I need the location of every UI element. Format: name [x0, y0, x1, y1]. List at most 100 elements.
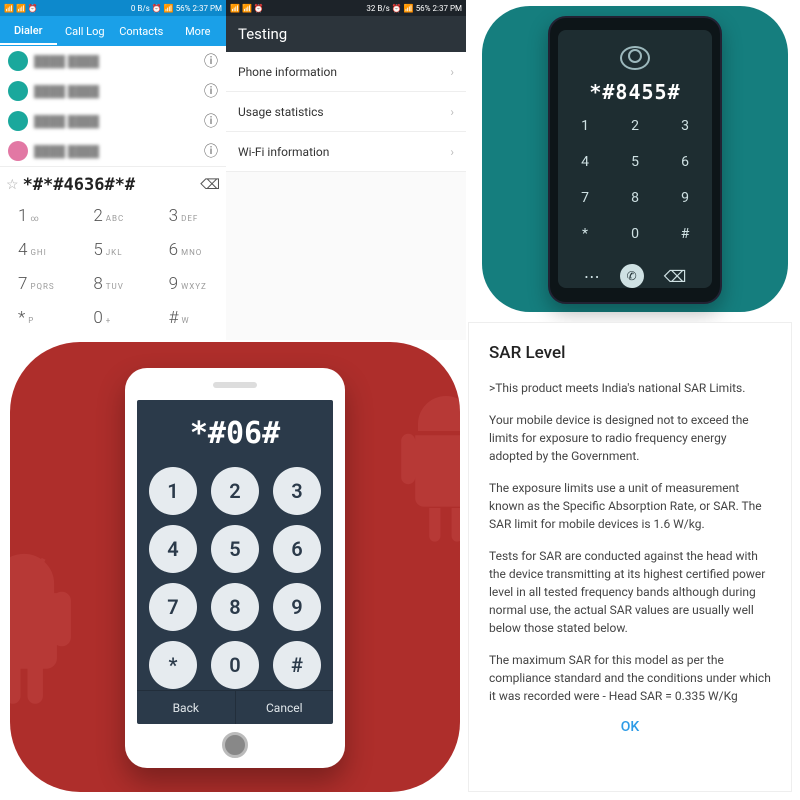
dial-key-7[interactable]: 7PQRS — [0, 270, 75, 304]
tab-call-log[interactable]: Call Log — [57, 19, 114, 44]
dial-key-4[interactable]: 4 — [149, 525, 197, 573]
dial-key-0[interactable]: 0 — [617, 226, 653, 256]
clock: 2:37 PM — [433, 4, 462, 13]
sar-dialog: SAR Level >This product meets India's na… — [468, 322, 792, 792]
dial-key-0[interactable]: 0 — [211, 641, 259, 689]
signal-icons: 📶 📶 ⏰ — [4, 4, 38, 13]
dial-key-9[interactable]: 9 — [273, 583, 321, 631]
dial-key-8[interactable]: 8TUV — [75, 270, 150, 304]
dial-key-0[interactable]: 0+ — [75, 304, 150, 338]
dial-key-#[interactable]: # — [667, 226, 703, 256]
dial-key-9[interactable]: 9WXYZ — [151, 270, 226, 304]
dial-key-1[interactable]: 1 — [567, 118, 603, 148]
sar-text: Your mobile device is designed not to ex… — [489, 411, 771, 465]
dial-input-row: ☆ *#*#4636#*# ⌫ — [0, 166, 226, 202]
dialed-code: *#06# — [190, 416, 280, 451]
phone-frame: *#06# 123 456 789 * 0 # Back Cancel — [125, 368, 345, 768]
tab-dialer[interactable]: Dialer — [0, 18, 57, 45]
info-icon[interactable]: ⓘ — [204, 51, 218, 71]
chevron-right-icon: › — [450, 65, 454, 79]
star-icon[interactable]: ☆ — [6, 177, 19, 193]
user-icon — [620, 46, 650, 70]
dial-key-7[interactable]: 7 — [149, 583, 197, 631]
list-item[interactable]: ████ ████ⓘ — [0, 136, 226, 166]
dial-key-*[interactable]: * — [149, 641, 197, 689]
row-usage-stats[interactable]: Usage statistics› — [226, 92, 466, 132]
dialed-number: *#*#4636#*# — [23, 175, 197, 195]
dial-key-2[interactable]: 2ABC — [75, 202, 150, 236]
ok-button[interactable]: OK — [489, 719, 771, 735]
sar-text: The maximum SAR for this model as per th… — [489, 651, 771, 705]
red-app-icon: *#06# 123 456 789 * 0 # Back Cancel — [10, 342, 460, 792]
teal-app-icon: *#8455# 123 456 789 * 0 # ⋯ ✆ ⌫ — [482, 6, 788, 312]
dial-key-7[interactable]: 7 — [567, 190, 603, 220]
android-icon — [10, 542, 94, 710]
dialer-app: 📶 📶 ⏰ 0 B/s ⏰ 📶 56% 2:37 PM Dialer Call … — [0, 0, 226, 340]
dial-key-3[interactable]: 3 — [667, 118, 703, 148]
dialed-code: *#8455# — [589, 80, 680, 104]
avatar — [8, 81, 28, 101]
avatar — [8, 141, 28, 161]
dialog-title: SAR Level — [489, 343, 771, 363]
testing-menu: 📶 📶 ⏰ 32 B/s ⏰ 📶 56% 2:37 PM Testing Pho… — [226, 0, 466, 340]
row-phone-info[interactable]: Phone information› — [226, 52, 466, 92]
avatar — [8, 111, 28, 131]
dial-key-6[interactable]: 6 — [273, 525, 321, 573]
info-icon[interactable]: ⓘ — [204, 141, 218, 161]
backspace-icon[interactable]: ⌫ — [664, 267, 687, 286]
dial-key-9[interactable]: 9 — [667, 190, 703, 220]
sar-text: >This product meets India's national SAR… — [489, 379, 771, 397]
row-wifi-info[interactable]: Wi-Fi information› — [226, 132, 466, 172]
cancel-button[interactable]: Cancel — [236, 691, 334, 724]
dial-key-5[interactable]: 5 — [211, 525, 259, 573]
avatar — [8, 51, 28, 71]
dial-key-#[interactable]: # — [273, 641, 321, 689]
dial-key-2[interactable]: 2 — [617, 118, 653, 148]
sar-text: Tests for SAR are conducted against the … — [489, 547, 771, 637]
dial-key-8[interactable]: 8 — [617, 190, 653, 220]
dial-key-5[interactable]: 5JKL — [75, 236, 150, 270]
more-icon[interactable]: ⋯ — [584, 267, 600, 286]
info-icon[interactable]: ⓘ — [204, 111, 218, 131]
page-title: Testing — [226, 16, 466, 52]
status-bar: 📶 📶 ⏰ 32 B/s ⏰ 📶 56% 2:37 PM — [226, 0, 466, 16]
sar-text: The exposure limits use a unit of measur… — [489, 479, 771, 533]
dial-key-6[interactable]: 6 — [667, 154, 703, 184]
tab-contacts[interactable]: Contacts — [113, 19, 170, 44]
dial-key-2[interactable]: 2 — [211, 467, 259, 515]
dial-key-3[interactable]: 3DEF — [151, 202, 226, 236]
android-icon — [376, 382, 460, 550]
clock: 2:37 PM — [193, 4, 222, 13]
dial-key-#[interactable]: #W — [151, 304, 226, 338]
list-item[interactable]: ████ ████ⓘ — [0, 106, 226, 136]
dial-key-6[interactable]: 6MNO — [151, 236, 226, 270]
dial-key-8[interactable]: 8 — [211, 583, 259, 631]
dial-key-4[interactable]: 4 — [567, 154, 603, 184]
dial-key-*[interactable]: * — [567, 226, 603, 256]
dial-key-*[interactable]: *P — [0, 304, 75, 338]
status-bar: 📶 📶 ⏰ 0 B/s ⏰ 📶 56% 2:37 PM — [0, 0, 226, 16]
phone-frame: *#8455# 123 456 789 * 0 # ⋯ ✆ ⌫ — [548, 16, 722, 304]
dial-key-3[interactable]: 3 — [273, 467, 321, 515]
battery: 56% — [416, 4, 431, 13]
dial-key-1[interactable]: 1∞ — [0, 202, 75, 236]
dial-key-4[interactable]: 4GHI — [0, 236, 75, 270]
net-speed: 32 B/s — [366, 4, 389, 13]
chevron-right-icon: › — [450, 145, 454, 159]
backspace-icon[interactable]: ⌫ — [200, 177, 220, 193]
home-button[interactable] — [222, 732, 248, 758]
info-icon[interactable]: ⓘ — [204, 81, 218, 101]
call-button[interactable]: ✆ — [620, 264, 644, 288]
chevron-right-icon: › — [450, 105, 454, 119]
dialer-tabs: Dialer Call Log Contacts More — [0, 16, 226, 46]
dial-pad: 123 456 789 * 0 # — [567, 118, 703, 256]
tab-more[interactable]: More — [170, 19, 227, 44]
list-item[interactable]: ████ ████ⓘ — [0, 76, 226, 106]
recent-list: ████ ████ⓘ ████ ████ⓘ ████ ████ⓘ ████ ██… — [0, 46, 226, 166]
dial-key-1[interactable]: 1 — [149, 467, 197, 515]
dial-key-5[interactable]: 5 — [617, 154, 653, 184]
back-button[interactable]: Back — [137, 691, 236, 724]
dial-pad: 123 456 789 * 0 # — [149, 467, 321, 689]
dial-pad: 1∞2ABC3DEF 4GHI5JKL6MNO 7PQRS8TUV9WXYZ *P0+… — [0, 202, 226, 338]
list-item[interactable]: ████ ████ⓘ — [0, 46, 226, 76]
